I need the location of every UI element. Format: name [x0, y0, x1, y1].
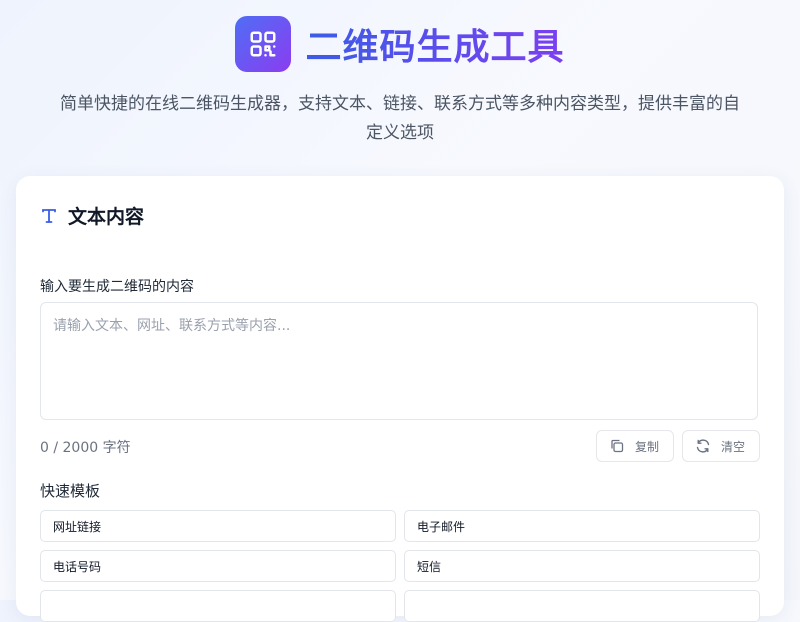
template-email-button[interactable]: 电子邮件: [404, 510, 760, 542]
clear-button-label: 清空: [721, 439, 746, 454]
content-input-label: 输入要生成二维码的内容: [40, 279, 194, 295]
copy-button[interactable]: 复制: [596, 430, 674, 462]
qr-code-icon: [250, 31, 276, 57]
brand: 二维码生成工具: [0, 16, 800, 72]
app-subtitle: 简单快捷的在线二维码生成器，支持文本、链接、联系方式等多种内容类型，提供丰富的自…: [60, 94, 740, 143]
quick-templates-label: 快速模板: [40, 482, 101, 500]
template-url-button[interactable]: 网址链接: [40, 510, 396, 542]
copy-button-label: 复制: [635, 439, 660, 454]
template-label: 电话号码: [53, 559, 102, 574]
template-button[interactable]: [40, 590, 396, 622]
template-label: 网址链接: [53, 519, 102, 534]
text-type-icon: [42, 208, 56, 223]
content-textarea[interactable]: [40, 302, 758, 420]
template-phone-button[interactable]: 电话号码: [40, 550, 396, 582]
header: 二维码生成工具 简单快捷的在线二维码生成器，支持文本、链接、联系方式等多种内容类…: [0, 0, 800, 170]
app-logo: [235, 16, 292, 72]
card-header: 文本内容: [40, 202, 144, 229]
text-content-card: 文本内容 输入要生成二维码的内容 0 / 2000 字符 复制 清空 快速模板 …: [16, 176, 784, 622]
template-label: 短信: [417, 559, 442, 574]
char-counter: 0 / 2000 字符: [40, 440, 131, 456]
clear-button[interactable]: 清空: [682, 430, 760, 462]
copy-icon: [611, 439, 624, 453]
app-title: 二维码生成工具: [305, 18, 564, 70]
template-sms-button[interactable]: 短信: [404, 550, 760, 582]
refresh-icon: [696, 439, 710, 453]
card-title: 文本内容: [68, 206, 145, 228]
template-button[interactable]: [404, 590, 760, 622]
template-label: 电子邮件: [417, 519, 466, 534]
